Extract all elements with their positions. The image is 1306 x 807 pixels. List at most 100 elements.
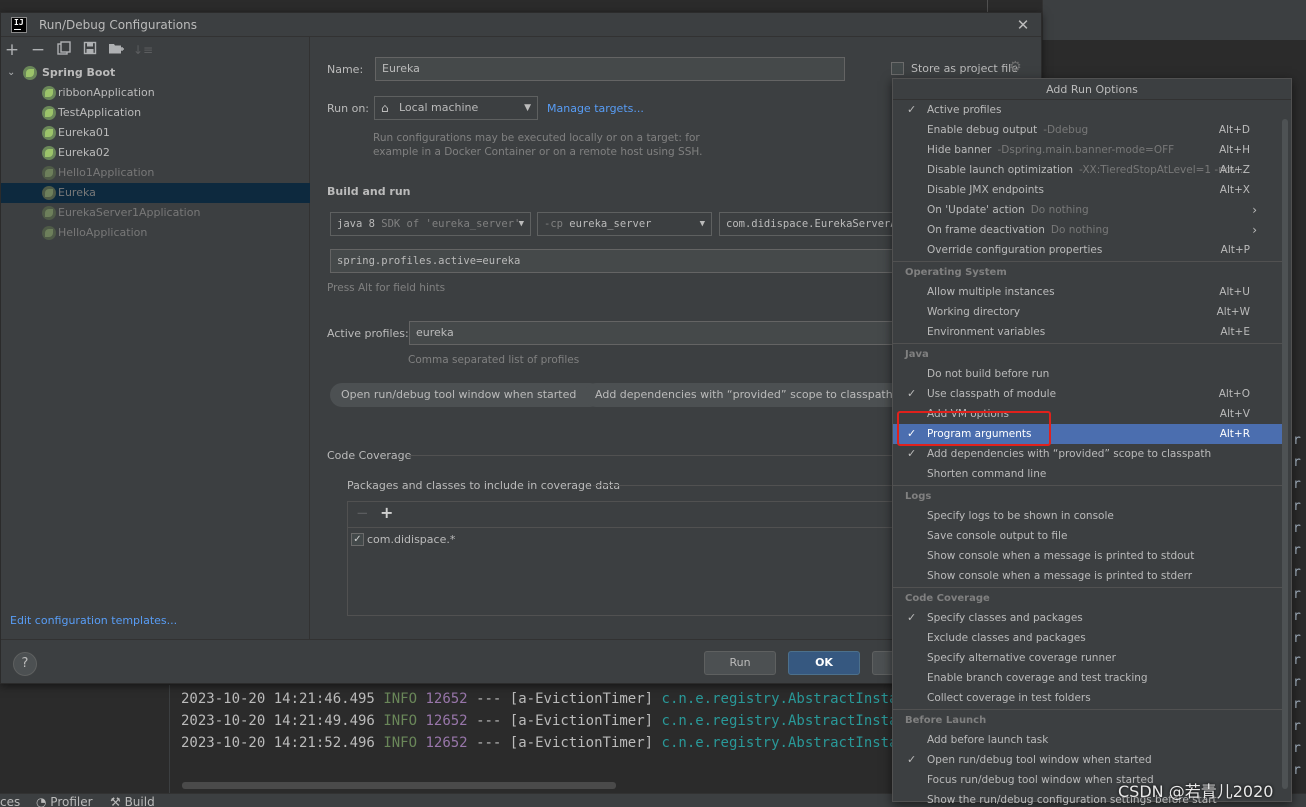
tree-item-label: Eureka01 bbox=[58, 126, 110, 139]
add-icon[interactable]: + bbox=[3, 41, 21, 59]
run-option-item[interactable]: Collect coverage in test folders bbox=[893, 688, 1283, 708]
ok-button[interactable]: OK bbox=[788, 651, 860, 675]
popup-scrollbar[interactable] bbox=[1282, 119, 1288, 789]
run-option-item[interactable]: Specify alternative coverage runner bbox=[893, 648, 1283, 668]
store-as-project-file-checkbox[interactable] bbox=[891, 62, 904, 75]
main-class-field[interactable]: com.didispace.EurekaServerApplication bbox=[719, 212, 899, 236]
sort-icon[interactable]: ↓≡ bbox=[133, 41, 153, 59]
chip-open-run-debug-window[interactable]: Open run/debug tool window when started … bbox=[330, 383, 603, 407]
console-pid: 12652 bbox=[425, 691, 468, 707]
save-icon[interactable] bbox=[81, 41, 99, 59]
run-option-label: Hide banner -Dspring.main.banner-mode=OFF bbox=[927, 140, 1174, 160]
tool-tab-build[interactable]: ⚒ Build bbox=[110, 794, 155, 807]
console-ts: 2023-10-20 14:21:52.496 bbox=[181, 735, 375, 751]
run-option-item[interactable]: Allow multiple instances Alt+U bbox=[893, 282, 1283, 302]
add-icon[interactable]: + bbox=[380, 503, 393, 522]
run-option-item[interactable]: Hide banner -Dspring.main.banner-mode=OFF… bbox=[893, 140, 1283, 160]
tree-item[interactable]: EurekaServer1Application bbox=[1, 203, 310, 223]
run-option-item[interactable]: Working directory Alt+W bbox=[893, 302, 1283, 322]
home-icon: ⌂ bbox=[381, 101, 389, 115]
gear-icon[interactable]: ⚙ bbox=[1009, 59, 1022, 75]
spring-boot-icon bbox=[42, 126, 56, 140]
run-option-hint: -Dspring.main.banner-mode=OFF bbox=[997, 144, 1175, 156]
edit-configuration-templates-link[interactable]: Edit configuration templates... bbox=[10, 614, 177, 627]
run-option-item[interactable]: Disable launch optimization -XX:TieredSto… bbox=[893, 160, 1283, 180]
tool-tab-services[interactable]: ces bbox=[0, 794, 20, 807]
run-option-name: On frame deactivation bbox=[927, 224, 1045, 236]
run-option-item[interactable]: Shorten command line bbox=[893, 464, 1283, 484]
run-option-item[interactable]: Add before launch task bbox=[893, 730, 1283, 750]
sidebar-toolbar: + − ↓≡ bbox=[1, 37, 310, 63]
jdk-sub-label: SDK of 'eureka_server' bbox=[381, 218, 521, 230]
manage-targets-link[interactable]: Manage targets... bbox=[547, 102, 644, 115]
run-option-label: Show console when a message is printed t… bbox=[927, 566, 1192, 586]
spring-boot-icon bbox=[42, 166, 56, 180]
run-option-item[interactable]: Save console output to file bbox=[893, 526, 1283, 546]
console-sep: --- bbox=[476, 691, 502, 707]
console-output[interactable]: 2023-10-20 14:21:46.495 INFO 12652 --- [… bbox=[170, 685, 923, 793]
run-option-item[interactable]: Show console when a message is printed t… bbox=[893, 546, 1283, 566]
folder-icon[interactable] bbox=[107, 41, 125, 59]
run-option-item[interactable]: Environment variables Alt+E bbox=[893, 322, 1283, 342]
tree-item-selected[interactable]: Eureka bbox=[1, 183, 310, 203]
run-on-hint-line-1: Run configurations may be executed local… bbox=[373, 132, 700, 144]
run-on-dropdown[interactable]: ⌂ Local machine ▼ bbox=[374, 96, 538, 120]
program-arguments-field[interactable]: spring.profiles.active=eureka bbox=[330, 249, 899, 273]
run-option-item[interactable]: Override configuration properties Alt+P bbox=[893, 240, 1283, 260]
run-option-name: Disable launch optimization bbox=[927, 164, 1074, 176]
help-button[interactable]: ? bbox=[13, 652, 37, 676]
run-option-item[interactable]: ✓ Open run/debug tool window when started bbox=[893, 750, 1283, 770]
run-option-label: On 'Update' action Do nothing bbox=[927, 200, 1089, 220]
run-option-name: Specify classes and packages bbox=[927, 612, 1083, 624]
run-option-item[interactable]: On frame deactivation Do nothing › bbox=[893, 220, 1283, 240]
tree-item[interactable]: ribbonApplication bbox=[1, 83, 310, 103]
popup-title: Add Run Options bbox=[893, 79, 1291, 100]
checkmark-icon: ✓ bbox=[907, 103, 917, 116]
run-option-name: Environment variables bbox=[927, 326, 1046, 338]
tree-item[interactable]: Eureka01 bbox=[1, 123, 310, 143]
tree-item[interactable]: HelloApplication bbox=[1, 223, 310, 243]
run-option-item[interactable]: Specify logs to be shown in console bbox=[893, 506, 1283, 526]
name-label: Name: bbox=[327, 63, 364, 76]
run-option-shortcut: Alt+O bbox=[1218, 388, 1250, 400]
tree-item[interactable]: Eureka02 bbox=[1, 143, 310, 163]
run-option-item[interactable]: ✓ Specify classes and packages bbox=[893, 608, 1283, 628]
tree-group-spring-boot[interactable]: ⌄ Spring Boot bbox=[1, 63, 310, 83]
run-button[interactable]: Run bbox=[704, 651, 776, 675]
run-option-item[interactable]: Enable debug output -Ddebug Alt+D bbox=[893, 120, 1283, 140]
remove-icon[interactable]: − bbox=[29, 41, 47, 59]
copy-icon[interactable] bbox=[55, 41, 73, 59]
run-option-item[interactable]: Enable branch coverage and test tracking bbox=[893, 668, 1283, 688]
run-option-item[interactable]: Disable JMX endpoints Alt+X bbox=[893, 180, 1283, 200]
chip-add-provided-dependencies[interactable]: Add dependencies with “provided” scope t… bbox=[584, 383, 919, 407]
run-option-label: Use classpath of module bbox=[927, 384, 1056, 404]
run-option-name: Show console when a message is printed t… bbox=[927, 550, 1195, 562]
tree-item[interactable]: Hello1Application bbox=[1, 163, 310, 183]
run-option-shortcut: Alt+H bbox=[1219, 144, 1250, 156]
name-field[interactable]: Eureka bbox=[375, 57, 845, 81]
console-level: INFO bbox=[383, 735, 418, 751]
close-icon[interactable]: ✕ bbox=[1013, 15, 1033, 35]
tool-tab-profiler[interactable]: ◔ Profiler bbox=[36, 794, 93, 807]
remove-icon[interactable]: − bbox=[356, 504, 369, 522]
run-option-item[interactable]: On 'Update' action Do nothing › bbox=[893, 200, 1283, 220]
run-option-item[interactable]: Exclude classes and packages bbox=[893, 628, 1283, 648]
jdk-dropdown[interactable]: java 8 SDK of 'eureka_server' ▼ bbox=[330, 212, 531, 236]
active-profiles-field[interactable]: eureka bbox=[409, 321, 899, 345]
run-option-label: Specify classes and packages bbox=[927, 608, 1083, 628]
run-option-item[interactable]: ✓ Add dependencies with “provided” scope … bbox=[893, 444, 1283, 464]
run-option-shortcut: Alt+X bbox=[1219, 184, 1250, 196]
run-option-item[interactable]: ✓ Active profiles bbox=[893, 100, 1283, 120]
tree-group-label: Spring Boot bbox=[42, 66, 116, 79]
dialog-button-bar: ? Run OK bbox=[1, 639, 1041, 683]
coverage-item-checkbox[interactable]: ✓ bbox=[351, 533, 364, 546]
run-option-name: Disable JMX endpoints bbox=[927, 184, 1045, 196]
run-option-item[interactable]: Do not build before run bbox=[893, 364, 1283, 384]
run-option-item[interactable]: Show console when a message is printed t… bbox=[893, 566, 1283, 586]
classpath-module-dropdown[interactable]: -cp eureka_server ▼ bbox=[537, 212, 712, 236]
run-option-label: Disable JMX endpoints bbox=[927, 180, 1044, 200]
console-horizontal-scrollbar[interactable] bbox=[182, 782, 616, 789]
tree-item[interactable]: TestApplication bbox=[1, 103, 310, 123]
console-line: 2023-10-20 14:21:52.496 INFO 12652 --- [… bbox=[181, 732, 923, 754]
run-option-item[interactable]: ✓ Use classpath of module Alt+O bbox=[893, 384, 1283, 404]
